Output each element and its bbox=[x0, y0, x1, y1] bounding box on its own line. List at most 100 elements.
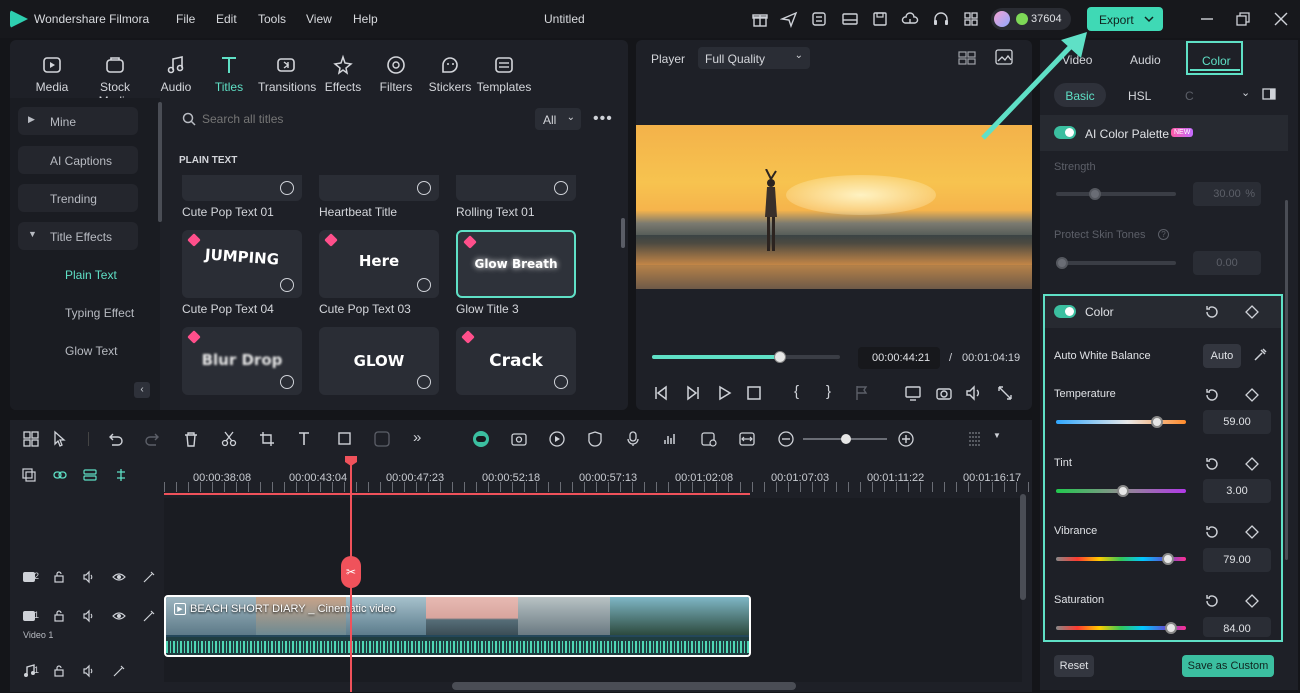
vibrance-value-box[interactable]: 79.00 bbox=[1203, 548, 1271, 572]
menu-help[interactable]: Help bbox=[353, 12, 378, 26]
title-card[interactable]: JUMPING bbox=[182, 230, 302, 298]
panel-toggle-icon[interactable] bbox=[1262, 88, 1276, 100]
title-card[interactable]: Here bbox=[319, 230, 439, 298]
help-icon[interactable]: ? bbox=[1158, 229, 1169, 240]
download-icon[interactable] bbox=[554, 181, 568, 195]
reset-icon[interactable] bbox=[1204, 456, 1220, 472]
save-icon[interactable] bbox=[871, 10, 889, 28]
title-card[interactable] bbox=[182, 175, 302, 201]
temperature-value-box[interactable]: 59.00 bbox=[1203, 410, 1271, 434]
audio-beats-icon[interactable] bbox=[662, 430, 680, 448]
shape-tool-icon[interactable] bbox=[336, 430, 354, 448]
mark-out-icon[interactable]: } bbox=[826, 383, 831, 400]
zoom-handle[interactable] bbox=[841, 434, 851, 444]
menu-tools[interactable]: Tools bbox=[258, 12, 286, 26]
effect-toggle-icon[interactable] bbox=[142, 570, 156, 584]
zoom-out-icon[interactable] bbox=[777, 430, 795, 448]
zoom-in-icon[interactable] bbox=[897, 430, 915, 448]
speed-icon[interactable] bbox=[548, 430, 566, 448]
tab-effects[interactable]: Effects bbox=[315, 50, 371, 94]
crop-icon[interactable] bbox=[258, 430, 276, 448]
chevron-down-icon[interactable]: ⌄ bbox=[1241, 86, 1250, 99]
sidebar-item-trending[interactable]: Trending bbox=[18, 184, 138, 212]
add-track-icon[interactable] bbox=[22, 468, 36, 482]
download-icon[interactable] bbox=[280, 278, 294, 292]
timeline-horizontal-scrollbar[interactable] bbox=[452, 682, 796, 690]
sidebar-item-typing-effect[interactable]: Typing Effect bbox=[18, 298, 138, 326]
mute-icon[interactable] bbox=[82, 664, 96, 678]
play-icon[interactable] bbox=[715, 384, 733, 402]
search-input[interactable] bbox=[202, 108, 522, 130]
color-match-icon[interactable] bbox=[373, 430, 391, 448]
snapshot-camera-icon[interactable] bbox=[935, 384, 953, 402]
reset-icon[interactable] bbox=[1204, 524, 1220, 540]
vibrance-slider[interactable] bbox=[1056, 553, 1186, 565]
eye-icon[interactable] bbox=[112, 570, 126, 584]
tint-value-box[interactable]: 3.00 bbox=[1203, 479, 1271, 503]
title-card[interactable] bbox=[319, 175, 439, 201]
next-frame-icon[interactable] bbox=[684, 384, 702, 402]
redo-icon[interactable] bbox=[144, 430, 162, 448]
download-icon[interactable] bbox=[554, 375, 568, 389]
effect-toggle-icon[interactable] bbox=[142, 609, 156, 623]
delete-icon[interactable] bbox=[182, 430, 200, 448]
fullscreen-icon[interactable] bbox=[996, 384, 1014, 402]
split-scissors-icon[interactable] bbox=[220, 430, 238, 448]
display-icon[interactable] bbox=[904, 384, 922, 402]
timeline-vertical-scrollbar[interactable] bbox=[1020, 494, 1026, 600]
title-card-selected[interactable]: Glow Breath bbox=[456, 230, 576, 298]
more-options-icon[interactable]: ••• bbox=[593, 110, 613, 128]
layout-options-icon[interactable] bbox=[966, 430, 984, 448]
export-button[interactable]: Export bbox=[1087, 7, 1163, 31]
credits-pill[interactable]: 37604 bbox=[991, 8, 1071, 30]
lock-icon[interactable] bbox=[52, 664, 66, 678]
grid-icon[interactable] bbox=[962, 10, 980, 28]
eye-icon[interactable] bbox=[112, 609, 126, 623]
headset-icon[interactable] bbox=[932, 10, 950, 28]
reset-icon[interactable] bbox=[1204, 387, 1220, 403]
undo-icon[interactable] bbox=[106, 430, 124, 448]
playback-progress[interactable] bbox=[652, 351, 840, 363]
marker-icon[interactable] bbox=[853, 384, 871, 402]
keyframe-diamond-icon[interactable] bbox=[1244, 304, 1260, 320]
mute-icon[interactable] bbox=[82, 570, 96, 584]
sidebar-scrollbar[interactable] bbox=[158, 102, 162, 222]
sidebar-item-ai-captions[interactable]: AI Captions bbox=[18, 146, 138, 174]
subtab-curves[interactable]: C bbox=[1185, 89, 1194, 103]
keyframe-diamond-icon[interactable] bbox=[1244, 593, 1260, 609]
volume-icon[interactable] bbox=[965, 384, 983, 402]
saturation-handle[interactable] bbox=[1165, 622, 1177, 634]
sidebar-item-title-effects[interactable]: ▼ Title Effects bbox=[18, 222, 138, 250]
ai-clip-icon[interactable] bbox=[700, 430, 718, 448]
text-tool-icon[interactable] bbox=[296, 430, 314, 448]
save-as-custom-button[interactable]: Save as Custom bbox=[1182, 655, 1274, 677]
layout-icon[interactable] bbox=[841, 10, 859, 28]
tab-templates[interactable]: Templates bbox=[476, 50, 532, 94]
title-card[interactable]: GLOW bbox=[319, 327, 439, 395]
keyframe-diamond-icon[interactable] bbox=[1244, 456, 1260, 472]
gift-icon[interactable] bbox=[751, 10, 769, 28]
tab-transitions[interactable]: Transitions bbox=[258, 50, 316, 94]
tab-audio[interactable]: Audio bbox=[148, 50, 204, 94]
temperature-handle[interactable] bbox=[1151, 416, 1163, 428]
strength-slider[interactable] bbox=[1056, 188, 1176, 200]
record-screen-icon[interactable] bbox=[510, 430, 528, 448]
layout-grid-icon[interactable] bbox=[22, 430, 40, 448]
download-icon[interactable] bbox=[417, 278, 431, 292]
props-scrollbar[interactable] bbox=[1285, 200, 1288, 560]
filter-dropdown[interactable]: All ⌄ bbox=[535, 108, 581, 130]
keyframe-diamond-icon[interactable] bbox=[1244, 524, 1260, 540]
more-tools-icon[interactable]: » bbox=[413, 429, 421, 446]
cloud-upload-icon[interactable] bbox=[901, 10, 919, 28]
lock-icon[interactable] bbox=[52, 570, 66, 584]
library-scrollbar[interactable] bbox=[621, 218, 625, 248]
mark-in-icon[interactable]: { bbox=[794, 383, 799, 400]
subtab-hsl[interactable]: HSL bbox=[1128, 89, 1151, 103]
tab-titles[interactable]: Titles bbox=[201, 50, 257, 94]
tab-filters[interactable]: Filters bbox=[368, 50, 424, 94]
ai-robot-icon[interactable] bbox=[472, 430, 490, 448]
send-icon[interactable] bbox=[780, 10, 798, 28]
download-icon[interactable] bbox=[417, 375, 431, 389]
sidebar-item-plain-text[interactable]: Plain Text bbox=[18, 260, 138, 288]
tab-media[interactable]: Media bbox=[24, 50, 80, 94]
